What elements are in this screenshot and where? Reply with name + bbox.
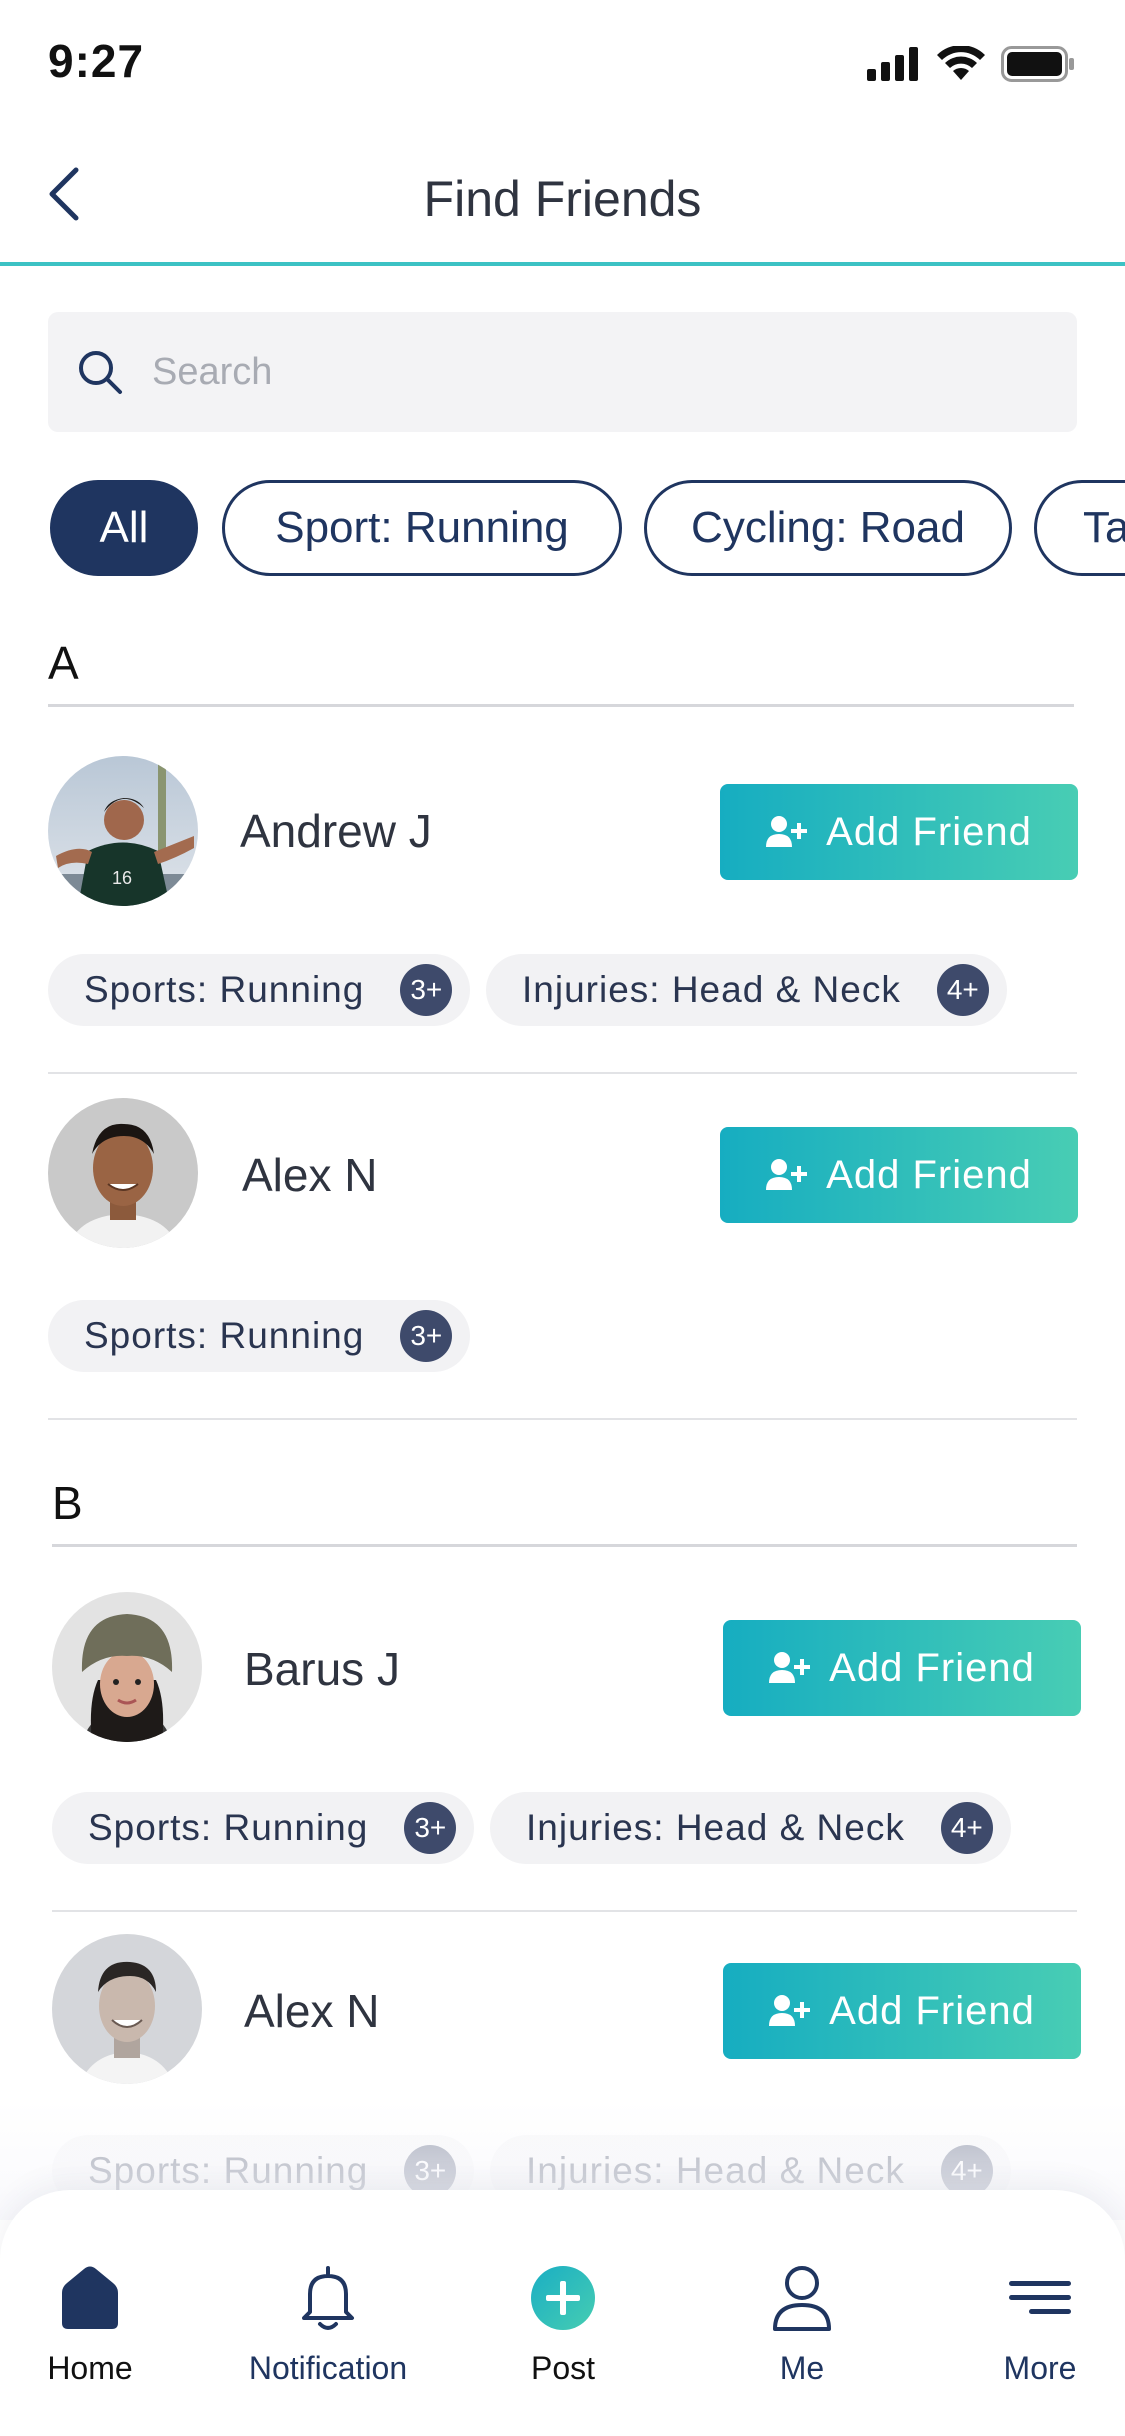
add-friend-label: Add Friend [829, 1645, 1035, 1690]
search-bar[interactable] [48, 312, 1077, 432]
tag-count-badge: 3+ [400, 1310, 453, 1362]
avatar[interactable] [48, 1098, 198, 1248]
status-icons [867, 46, 1075, 82]
avatar[interactable] [52, 1592, 202, 1742]
interest-tag[interactable]: Sports: Running 3+ [52, 1792, 475, 1864]
add-friend-button[interactable]: Add Friend [723, 1963, 1081, 2059]
tag-label: Injuries: Head & Neck [526, 1807, 905, 1848]
tab-bar: Home Notification Post Me More [0, 2190, 1125, 2436]
filter-chip-cycling-road[interactable]: Cycling: Road [644, 480, 1012, 576]
add-friend-button[interactable]: Add Friend [723, 1620, 1081, 1716]
interest-tag[interactable]: Sports: Running 3+ [48, 954, 471, 1026]
row-divider [48, 1072, 1077, 1074]
row-divider [52, 1910, 1077, 1912]
tab-home[interactable]: Home [0, 2260, 190, 2387]
svg-text:16: 16 [112, 868, 132, 888]
tag-count-badge: 4+ [940, 1802, 993, 1854]
tab-notification[interactable]: Notification [228, 2260, 428, 2387]
tag-label: Injuries: Head & Neck [522, 969, 901, 1010]
filter-chip-sport-running[interactable]: Sport: Running [222, 480, 622, 576]
add-friend-label: Add Friend [829, 1988, 1035, 2033]
add-person-icon [766, 816, 808, 847]
add-friend-button[interactable]: Add Friend [720, 784, 1078, 880]
tab-more[interactable]: More [940, 2260, 1125, 2387]
add-person-icon [769, 1995, 811, 2026]
tag-label: Sports: Running [88, 1807, 369, 1848]
add-person-icon [769, 1652, 811, 1683]
add-friend-label: Add Friend [826, 1152, 1032, 1197]
interest-tag[interactable]: Sports: Running 3+ [48, 1300, 471, 1372]
friend-name[interactable]: Alex N [244, 1984, 379, 2038]
page-title: Find Friends [423, 171, 702, 227]
tab-label: Home [47, 2350, 133, 2386]
filter-chip-all[interactable]: All [50, 480, 198, 576]
tab-label: Notification [248, 2350, 408, 2386]
wifi-icon [937, 46, 985, 80]
search-input[interactable] [152, 350, 952, 394]
menu-icon [1002, 2260, 1078, 2336]
tag-count-badge: 3+ [400, 964, 453, 1016]
tab-label: Me [779, 2350, 825, 2386]
friend-name[interactable]: Alex N [242, 1148, 377, 1202]
person-icon [764, 2260, 840, 2336]
cellular-signal-icon [867, 47, 918, 81]
avatar[interactable]: 16 [48, 756, 198, 906]
row-divider [48, 1418, 1077, 1420]
tag-label: Sports: Running [84, 1315, 365, 1356]
tab-label: Post [530, 2350, 596, 2386]
interest-tag[interactable]: Injuries: Head & Neck 4+ [490, 1792, 1011, 1864]
section-divider [52, 1544, 1077, 1547]
friend-name[interactable]: Barus J [244, 1642, 400, 1696]
tag-label: Sports: Running [88, 2150, 369, 2191]
status-bar: 9:27 [0, 0, 1125, 130]
tab-label: More [1003, 2350, 1077, 2386]
add-friend-label: Add Friend [826, 809, 1032, 854]
search-icon [79, 351, 122, 394]
status-time: 9:27 [48, 35, 145, 87]
home-icon [52, 2260, 128, 2336]
section-header-b: B [52, 1477, 83, 1529]
filter-chip-partial[interactable]: Ta [1034, 480, 1125, 576]
add-person-icon [766, 1159, 808, 1190]
tab-me[interactable]: Me [702, 2260, 902, 2387]
section-divider [48, 704, 1074, 707]
tag-count-badge: 3+ [404, 1802, 457, 1854]
avatar[interactable] [52, 1934, 202, 2084]
plus-circle-icon [525, 2260, 601, 2336]
filter-chips: All Sport: Running Cycling: Road Ta [0, 480, 1125, 580]
section-header-a: A [48, 637, 79, 689]
interest-tag[interactable]: Injuries: Head & Neck 4+ [486, 954, 1007, 1026]
header: Find Friends [0, 130, 1125, 266]
tag-label: Injuries: Head & Neck [526, 2150, 905, 2191]
add-friend-button[interactable]: Add Friend [720, 1127, 1078, 1223]
friend-name[interactable]: Andrew J [240, 804, 432, 858]
battery-icon [1001, 46, 1074, 82]
bell-icon [290, 2260, 366, 2336]
tag-label: Sports: Running [84, 969, 365, 1010]
tag-count-badge: 4+ [936, 964, 989, 1016]
tab-post[interactable]: Post [463, 2260, 663, 2387]
